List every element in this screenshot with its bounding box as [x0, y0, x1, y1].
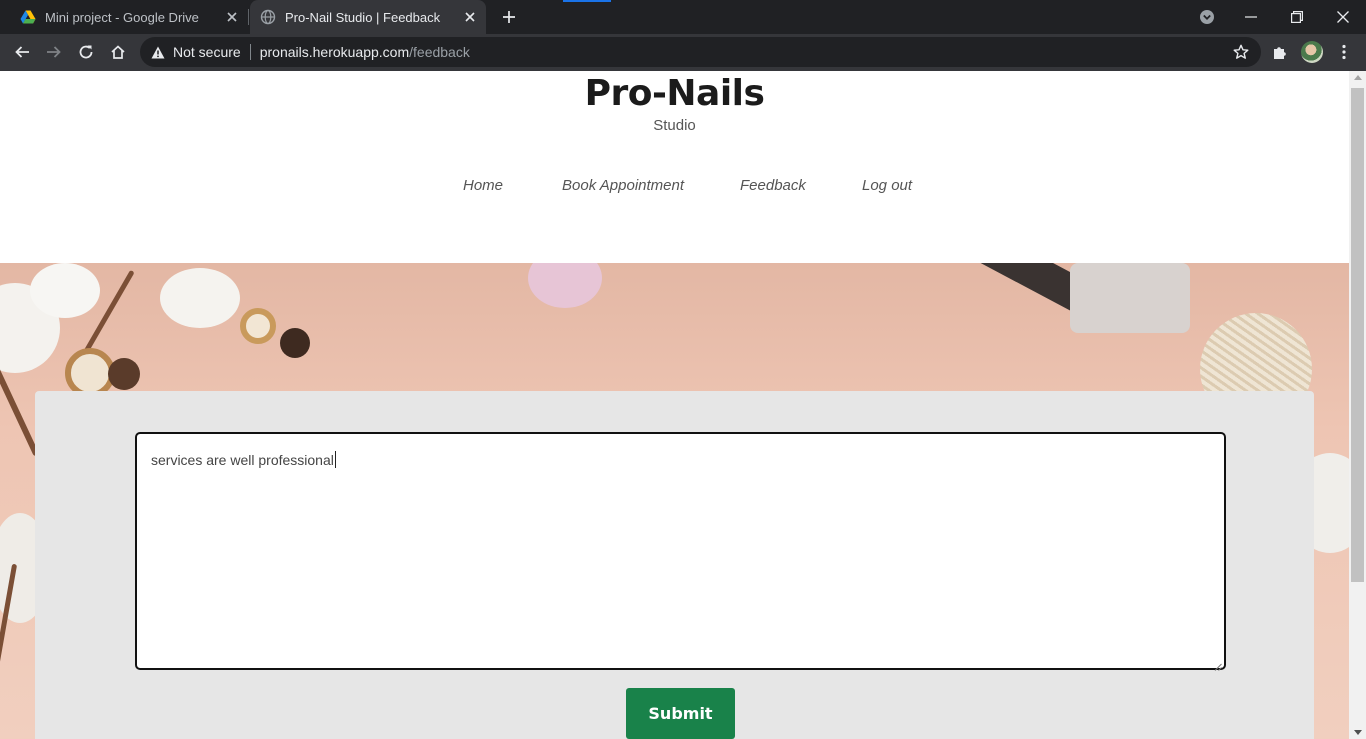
nav-book-appointment[interactable]: Book Appointment — [562, 177, 684, 194]
security-label[interactable]: Not secure — [173, 44, 241, 60]
menu-kebab-icon[interactable] — [1330, 38, 1358, 66]
extensions-puzzle-icon[interactable] — [1266, 38, 1294, 66]
feedback-textarea[interactable]: services are well professional — [135, 432, 1226, 671]
restore-icon[interactable] — [1274, 0, 1320, 34]
tab-title: Mini project - Google Drive — [45, 9, 199, 25]
google-drive-icon — [20, 9, 36, 25]
tab-highlight — [563, 0, 611, 2]
close-window-icon[interactable] — [1320, 0, 1366, 34]
text-caret — [334, 451, 336, 468]
scroll-thumb[interactable] — [1351, 88, 1364, 582]
tab-pro-nail-feedback[interactable]: Pro-Nail Studio | Feedback — [250, 0, 486, 34]
resize-handle-icon[interactable] — [1214, 658, 1222, 671]
page-scrollbar[interactable] — [1349, 71, 1366, 739]
url-path: /feedback — [409, 44, 470, 60]
scroll-down-arrow-icon[interactable] — [1354, 730, 1362, 735]
browser-toolbar: Not secure pronails.herokuapp.com/feedba… — [0, 34, 1366, 71]
nav-home[interactable]: Home — [463, 177, 503, 194]
profile-avatar[interactable] — [1301, 41, 1323, 63]
nav-feedback[interactable]: Feedback — [740, 177, 806, 194]
tab-divider — [248, 9, 249, 25]
url-text[interactable]: pronails.herokuapp.com/feedback — [260, 44, 470, 60]
feedback-panel: services are well professional Submit — [35, 391, 1314, 739]
close-tab-icon[interactable] — [224, 9, 240, 25]
forward-arrow-icon[interactable] — [40, 38, 68, 66]
site-subtitle: Studio — [653, 117, 696, 134]
close-tab-icon[interactable] — [462, 9, 478, 25]
globe-icon — [260, 9, 276, 25]
site-branding: Pro-Nails Studio — [0, 71, 1349, 136]
tab-google-drive[interactable]: Mini project - Google Drive — [0, 0, 248, 34]
page-viewport: Pro-Nails Studio Home Book Appointment F… — [0, 71, 1349, 739]
feedback-text: services are well professional — [151, 452, 334, 468]
bookmark-star-icon[interactable] — [1233, 44, 1249, 60]
scroll-up-arrow-icon[interactable] — [1354, 75, 1362, 80]
new-tab-button[interactable] — [498, 6, 520, 28]
back-arrow-icon[interactable] — [8, 38, 36, 66]
browser-tab-strip: Mini project - Google Drive Pro-Nail Stu… — [0, 0, 1366, 34]
reload-icon[interactable] — [72, 38, 100, 66]
tab-title: Pro-Nail Studio | Feedback — [285, 9, 441, 25]
main-nav: Home Book Appointment Feedback Log out — [0, 177, 1349, 197]
submit-button[interactable]: Submit — [626, 688, 735, 739]
site-title: Pro-Nails — [584, 73, 765, 114]
warning-icon[interactable] — [151, 45, 165, 59]
address-divider — [249, 44, 251, 60]
minimize-icon[interactable] — [1228, 0, 1274, 34]
nav-log-out[interactable]: Log out — [862, 177, 912, 194]
url-host: pronails.herokuapp.com — [259, 44, 410, 60]
home-icon[interactable] — [104, 38, 132, 66]
tab-search-button[interactable] — [1184, 0, 1230, 34]
address-bar[interactable]: Not secure pronails.herokuapp.com/feedba… — [140, 37, 1261, 67]
